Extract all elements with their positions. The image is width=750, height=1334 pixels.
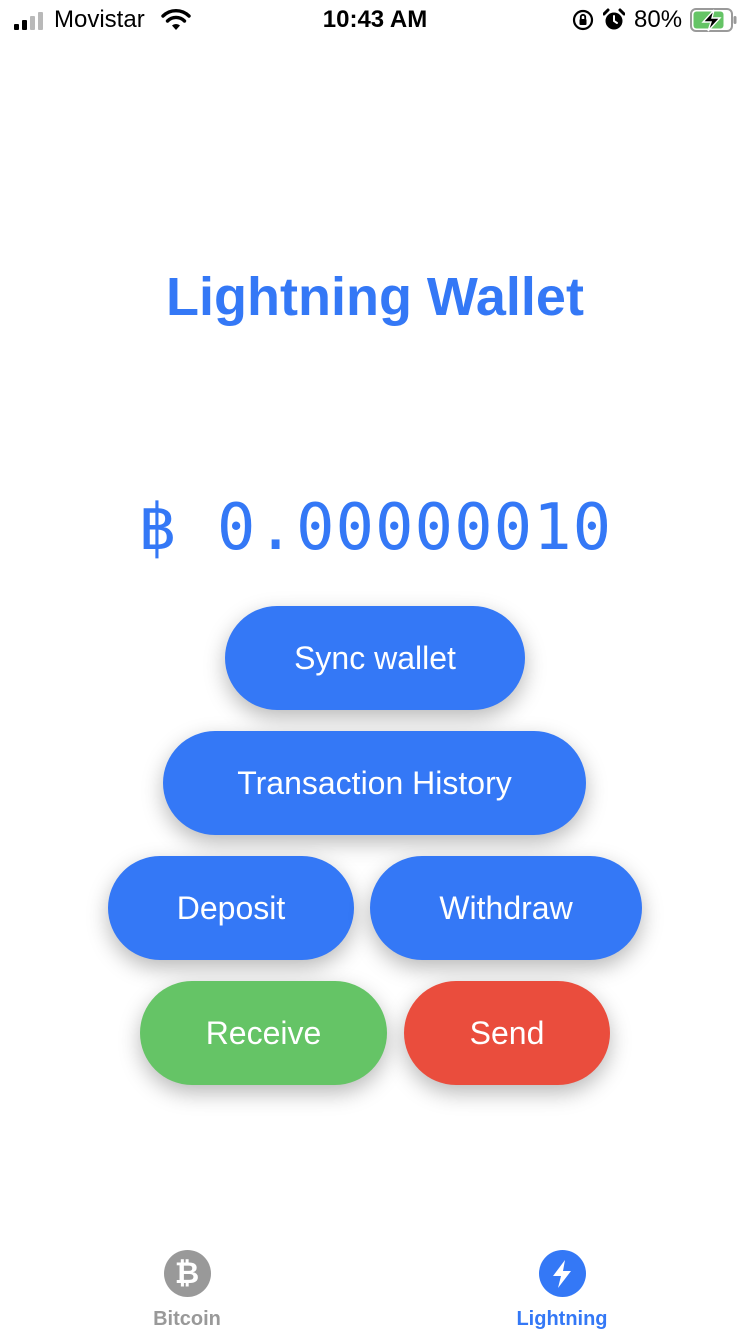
status-bar: Movistar 10:43 AM 80% (0, 0, 750, 40)
deposit-button[interactable]: Deposit (108, 856, 354, 960)
tab-bitcoin-label: Bitcoin (153, 1308, 221, 1330)
send-button[interactable]: Send (404, 981, 610, 1085)
orientation-lock-icon (572, 9, 594, 31)
battery-percentage: 80% (634, 6, 683, 33)
wallet-balance: ฿ 0.00000010 (137, 491, 613, 565)
page-title: Lightning Wallet (166, 267, 584, 327)
receive-button[interactable]: Receive (140, 981, 387, 1085)
tab-lightning-label: Lightning (516, 1308, 608, 1330)
withdraw-button[interactable]: Withdraw (370, 856, 642, 960)
tab-lightning[interactable]: Lightning (487, 1250, 637, 1331)
alarm-clock-icon (603, 8, 625, 30)
tab-bitcoin[interactable]: ₿ Bitcoin (112, 1250, 262, 1331)
transaction-history-button[interactable]: Transaction History (163, 731, 586, 835)
bitcoin-icon: ₿ (163, 1250, 211, 1297)
sync-wallet-button[interactable]: Sync wallet (225, 606, 525, 710)
battery-charging-icon (690, 8, 737, 32)
lightning-bolt-icon (538, 1250, 586, 1297)
